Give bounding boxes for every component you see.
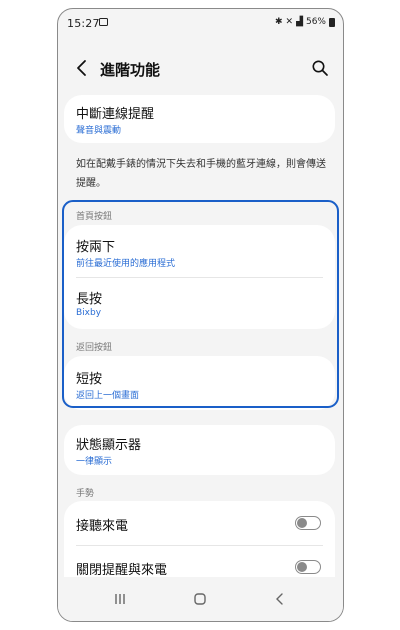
status-right: ✱ ✕ ▟ 56% [275, 17, 335, 27]
answer-call-toggle[interactable] [295, 516, 321, 530]
long-press-subtitle: Bixby [76, 308, 102, 318]
dismiss-alerts-title: 關閉提醒與來電 [76, 563, 168, 578]
double-press-title: 按兩下 [76, 240, 116, 255]
status-indicator-title: 狀態顯示器 [76, 438, 142, 453]
disconnect-alert-title: 中斷連線提醒 [76, 107, 155, 122]
short-press-subtitle: 返回上一個畫面 [76, 391, 140, 401]
section-home-key: 首頁按鈕 [76, 212, 113, 222]
status-indicator-subtitle: 一律顯示 [76, 457, 113, 467]
back-key-card: 短按 返回上一個畫面 [64, 356, 335, 410]
status-time: 15:27 [67, 17, 100, 30]
disconnect-alert-subtitle: 聲音與震動 [76, 126, 122, 136]
search-icon[interactable] [311, 59, 329, 77]
list-item-double-press[interactable]: 按兩下 前往最近使用的應用程式 [64, 225, 335, 277]
toggle-knob [297, 517, 307, 528]
dismiss-alerts-toggle[interactable] [295, 560, 321, 574]
navigation-bar [58, 577, 343, 621]
gallery-notification-icon [99, 18, 108, 26]
section-back-key: 返回按鈕 [76, 343, 113, 353]
chevron-left-icon[interactable] [72, 57, 92, 79]
app-bar: 進階功能 [58, 55, 343, 85]
list-item-long-press[interactable]: 長按 Bixby [64, 278, 335, 329]
toggle-knob [297, 561, 307, 572]
status-indicator-card[interactable]: 狀態顯示器 一律顯示 [64, 425, 335, 475]
signal-icon: ▟ [296, 17, 303, 27]
answer-call-title: 接聽來電 [76, 519, 129, 534]
home-key-card: 按兩下 前往最近使用的應用程式 長按 Bixby [64, 225, 335, 329]
list-item-answer-call[interactable]: 接聽來電 [64, 501, 335, 545]
disconnect-alert-card[interactable]: 中斷連線提醒 聲音與震動 [64, 95, 335, 143]
page-title: 進階功能 [100, 61, 161, 79]
disconnect-description: 如在配戴手錶的情況下失去和手機的藍牙連線，則會傳送提醒。 [76, 159, 326, 189]
home-icon[interactable] [190, 589, 210, 609]
long-press-title: 長按 [76, 292, 103, 307]
list-item-short-press[interactable]: 短按 返回上一個畫面 [64, 356, 335, 410]
short-press-title: 短按 [76, 372, 103, 387]
bluetooth-icon: ✱ [274, 17, 283, 27]
status-bar: 15:27 ✱ ✕ ▟ 56% [58, 9, 343, 35]
mute-icon: ✕ [285, 17, 294, 27]
section-gestures: 手勢 [76, 489, 95, 499]
phone-frame: 15:27 ✱ ✕ ▟ 56% 進階功能 中斷連線提醒 聲音與震動 如在配戴手錶… [57, 8, 344, 622]
recent-apps-icon[interactable] [110, 589, 130, 609]
battery-percent: 56% [305, 17, 326, 27]
double-press-subtitle: 前往最近使用的應用程式 [76, 259, 176, 269]
battery-icon [329, 17, 335, 27]
back-nav-icon[interactable] [270, 589, 290, 609]
